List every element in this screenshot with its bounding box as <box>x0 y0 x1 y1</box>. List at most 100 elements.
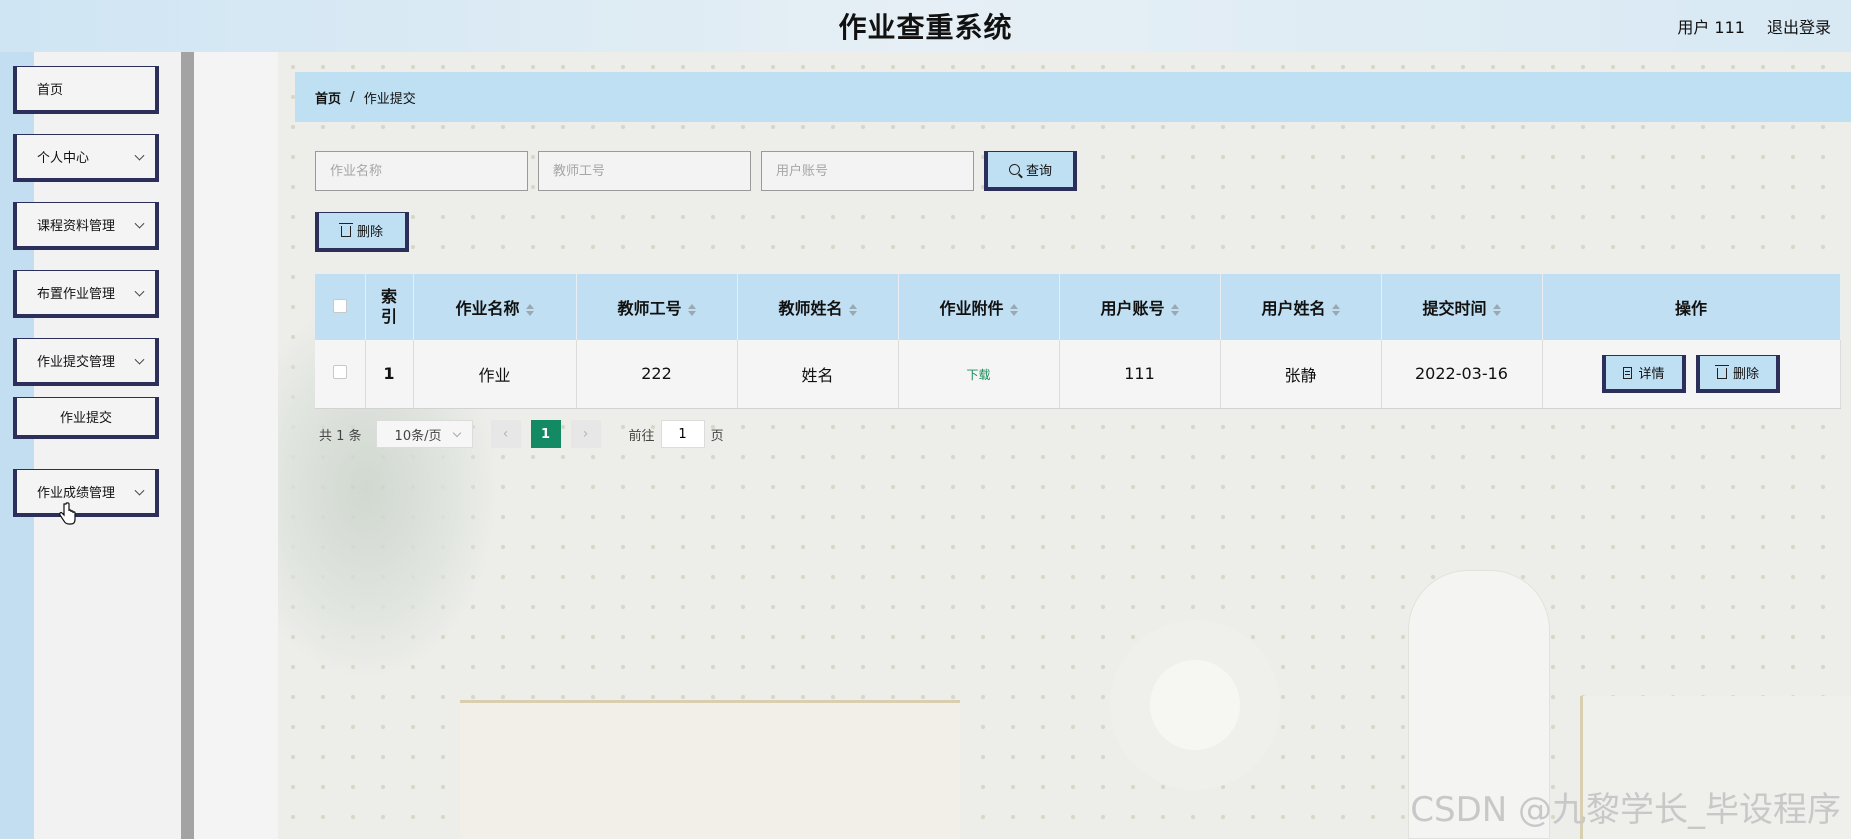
column-header-user-account[interactable]: 用户账号 <box>1059 274 1221 340</box>
content-gutter <box>194 52 278 839</box>
chevron-down-icon <box>134 150 145 161</box>
column-header-label: 作业附件 <box>939 299 1004 318</box>
page-suffix-label: 页 <box>710 428 724 444</box>
bulk-delete-button[interactable]: 删除 <box>315 212 409 252</box>
sidebar-item-label: 作业提交 <box>59 411 112 426</box>
column-header-label: 提交时间 <box>1422 299 1487 318</box>
cell-attachment: 下载 <box>898 340 1060 409</box>
sidebar-scrollbar[interactable] <box>181 52 194 839</box>
row-select-cell <box>315 340 366 409</box>
column-header-homework-name[interactable]: 作业名称 <box>413 274 577 340</box>
breadcrumb-separator: / <box>350 89 355 105</box>
column-header-label: 操作 <box>1674 299 1707 318</box>
teacher-id-input[interactable] <box>538 151 751 191</box>
cell-submit-time: 2022-03-16 <box>1381 340 1543 409</box>
detail-button[interactable]: 详情 <box>1602 355 1686 393</box>
chevron-down-icon <box>134 286 145 297</box>
sidebar-item-personal-center[interactable]: 个人中心 <box>13 134 159 182</box>
chevron-down-icon <box>134 218 145 229</box>
row-delete-button-label: 删除 <box>1732 366 1759 382</box>
chevron-down-icon <box>134 485 145 496</box>
column-header-actions: 操作 <box>1542 274 1841 340</box>
sidebar-item-course-materials[interactable]: 课程资料管理 <box>13 202 159 250</box>
table-header-row: 索引 作业名称 教师工号 教师姓名 作业附件 用户账号 用户姓名 提交时间 操作 <box>315 274 1841 340</box>
cell-teacher-name: 姓名 <box>737 340 899 409</box>
chevron-left-icon: ‹ <box>502 426 509 442</box>
homework-submission-table: 索引 作业名称 教师工号 教师姓名 作业附件 用户账号 用户姓名 提交时间 操作… <box>315 274 1841 409</box>
delete-button-label: 删除 <box>356 225 383 240</box>
goto-page-input[interactable] <box>660 420 705 448</box>
sort-icon[interactable] <box>1009 303 1018 316</box>
column-header-label: 教师姓名 <box>778 299 843 318</box>
sidebar-item-assign-homework[interactable]: 布置作业管理 <box>13 270 159 318</box>
column-header-label: 索引 <box>380 287 397 326</box>
download-link[interactable]: 下载 <box>966 368 990 382</box>
query-button[interactable]: 查询 <box>984 151 1077 191</box>
cell-user-account: 111 <box>1059 340 1221 409</box>
logout-link[interactable]: 退出登录 <box>1767 14 1831 38</box>
pagination-total: 共 1 条 <box>319 428 362 444</box>
page-number-current[interactable]: 1 <box>530 420 561 448</box>
page-size-select[interactable]: 10条/页 <box>375 420 473 448</box>
document-icon <box>1623 366 1633 379</box>
sort-icon[interactable] <box>1170 303 1179 316</box>
sidebar-item-label: 作业提交管理 <box>37 355 116 370</box>
trash-icon <box>1714 364 1729 379</box>
chevron-down-icon <box>452 428 461 438</box>
sidebar-item-label: 个人中心 <box>37 151 90 166</box>
row-delete-button[interactable]: 删除 <box>1696 354 1780 393</box>
breadcrumb: 首页 / 作业提交 <box>295 72 1851 122</box>
row-checkbox[interactable] <box>332 365 347 380</box>
hand-cursor-icon <box>59 502 76 525</box>
app-title: 作业查重系统 <box>838 11 1013 44</box>
column-header-user-name[interactable]: 用户姓名 <box>1220 274 1382 340</box>
chevron-right-icon: › <box>582 426 589 442</box>
breadcrumb-home[interactable]: 首页 <box>315 88 341 107</box>
sidebar-item-home[interactable]: 首页 <box>13 66 159 114</box>
query-button-label: 查询 <box>1025 164 1052 179</box>
cell-user-name: 张静 <box>1220 340 1382 409</box>
current-user-label: 用户 111 <box>1677 18 1745 37</box>
select-all-checkbox[interactable] <box>332 298 347 313</box>
user-account-input[interactable] <box>761 151 974 191</box>
sidebar-item-label: 课程资料管理 <box>37 219 116 234</box>
sidebar-item-label: 作业成绩管理 <box>37 486 116 501</box>
column-header-submit-time[interactable]: 提交时间 <box>1381 274 1543 340</box>
sidebar-item-homework-submission-mgmt[interactable]: 作业提交管理 <box>13 338 159 386</box>
column-header-label: 用户账号 <box>1100 299 1165 318</box>
homework-name-input[interactable] <box>315 151 528 191</box>
top-header: 作业查重系统 用户 111 退出登录 <box>0 0 1851 52</box>
sort-icon[interactable] <box>848 303 857 316</box>
sort-icon[interactable] <box>1492 303 1501 316</box>
cell-teacher-id: 222 <box>576 340 738 409</box>
column-header-label: 用户姓名 <box>1261 299 1326 318</box>
column-header-index: 索引 <box>365 274 414 340</box>
search-icon <box>1008 164 1020 175</box>
cell-homework-name: 作业 <box>413 340 577 409</box>
breadcrumb-current: 作业提交 <box>363 91 416 107</box>
page-size-value: 10条/页 <box>394 428 442 444</box>
watermark: CSDN @九黎学长_毕设程序 <box>1410 790 1841 830</box>
next-page-button[interactable]: › <box>570 420 601 448</box>
sidebar-subitem-homework-submission[interactable]: 作业提交 <box>13 397 159 439</box>
sort-icon[interactable] <box>525 303 534 316</box>
goto-label: 前往 <box>628 428 655 444</box>
pagination: 共 1 条 10条/页 ‹ 1 › 前往 页 <box>319 420 724 448</box>
cell-index: 1 <box>365 340 414 409</box>
cell-actions: 详情 删除 <box>1542 340 1841 409</box>
prev-page-button[interactable]: ‹ <box>490 420 521 448</box>
sidebar-item-homework-grades[interactable]: 作业成绩管理 <box>13 469 159 517</box>
column-header-teacher-id[interactable]: 教师工号 <box>576 274 738 340</box>
chevron-down-icon <box>134 354 145 365</box>
trash-icon <box>338 223 353 237</box>
column-header-label: 作业名称 <box>455 299 520 318</box>
detail-button-label: 详情 <box>1638 367 1665 382</box>
table-row: 1 作业 222 姓名 下载 111 张静 2022-03-16 详情 删除 <box>315 340 1841 409</box>
column-header-teacher-name[interactable]: 教师姓名 <box>737 274 899 340</box>
sidebar-item-label: 首页 <box>37 83 64 98</box>
background-tape-image <box>1110 620 1280 790</box>
sort-icon[interactable] <box>1331 303 1340 316</box>
sort-icon[interactable] <box>687 303 696 316</box>
background-box-image <box>460 700 960 839</box>
column-header-attachment[interactable]: 作业附件 <box>898 274 1060 340</box>
